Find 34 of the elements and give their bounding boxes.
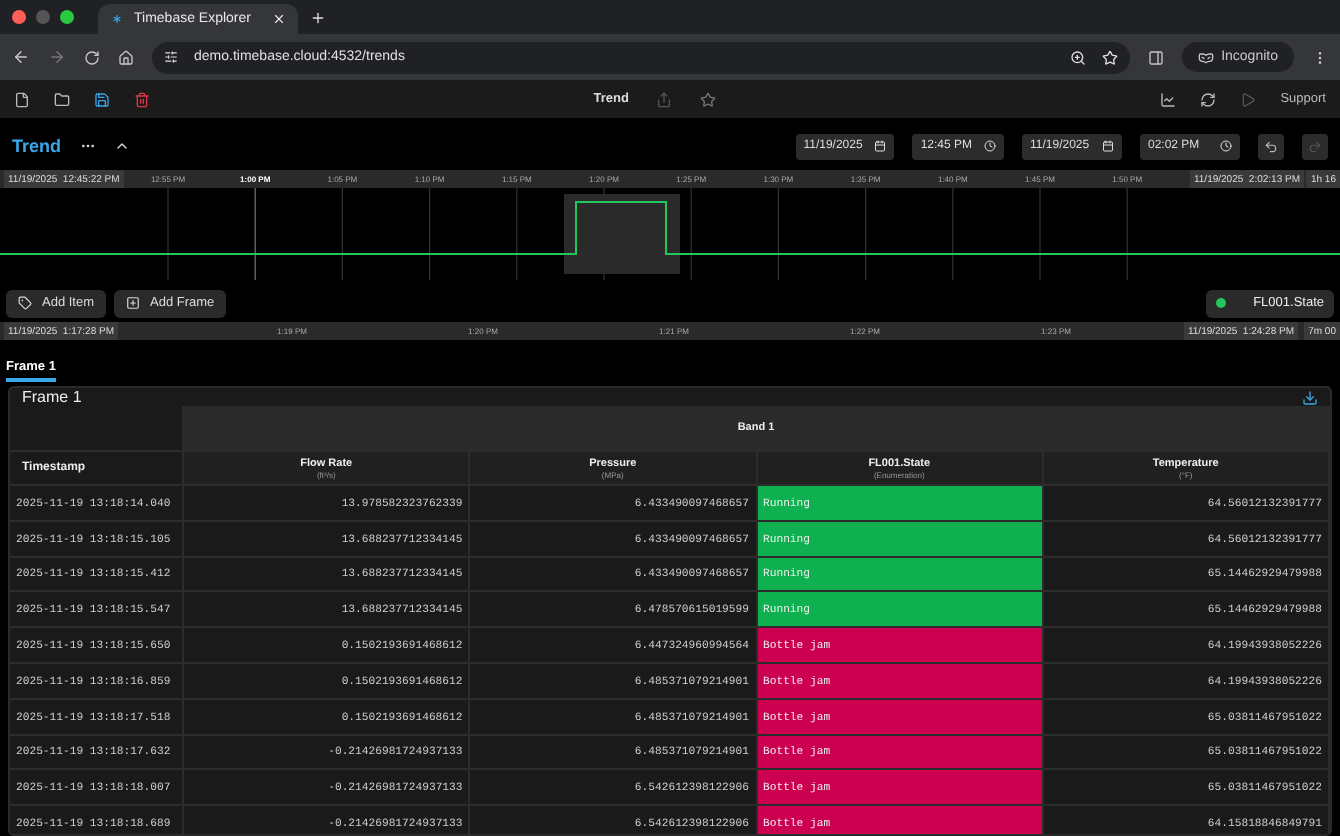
home-icon[interactable] <box>118 49 134 65</box>
calendar-icon <box>874 140 887 152</box>
clock-icon <box>984 140 996 152</box>
side-panel-icon[interactable] <box>1147 49 1164 65</box>
asterisk-icon <box>110 12 124 26</box>
clock-icon <box>1220 140 1232 152</box>
open-folder-icon[interactable] <box>54 91 70 107</box>
new-file-icon[interactable] <box>14 91 30 107</box>
mask-icon <box>1197 49 1214 65</box>
back-icon[interactable] <box>12 48 30 66</box>
save-icon[interactable] <box>94 91 110 107</box>
square-plus-icon <box>126 296 141 310</box>
close-window-button[interactable] <box>12 10 26 24</box>
refresh-icon[interactable] <box>1200 91 1217 107</box>
new-tab-icon[interactable] <box>310 9 326 25</box>
delete-icon[interactable] <box>134 91 150 107</box>
calendar-icon <box>1102 140 1114 152</box>
star-icon[interactable] <box>700 91 717 107</box>
tag-icon <box>18 296 32 310</box>
undo-button[interactable] <box>1258 133 1284 159</box>
site-info-icon[interactable] <box>164 50 178 64</box>
download-icon[interactable] <box>1302 389 1318 405</box>
collapse-icon[interactable] <box>113 138 130 154</box>
chart-icon[interactable] <box>1160 91 1177 107</box>
zoom-icon[interactable] <box>1069 49 1086 65</box>
frame-title: Frame 1 <box>22 388 82 406</box>
reload-icon[interactable] <box>84 49 100 65</box>
bookmark-star-icon[interactable] <box>1101 49 1118 65</box>
close-icon[interactable] <box>272 12 286 26</box>
undo-icon <box>1264 139 1278 153</box>
trend-title: Trend <box>12 136 62 156</box>
maximize-window-button[interactable] <box>60 10 74 24</box>
forward-icon[interactable] <box>48 48 66 66</box>
redo-icon <box>1308 139 1322 153</box>
